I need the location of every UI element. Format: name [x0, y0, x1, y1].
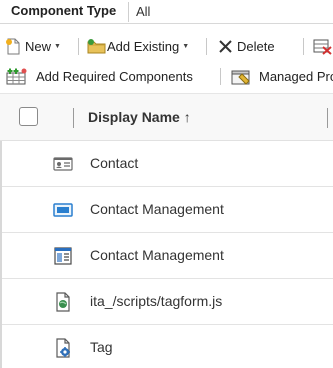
row-display-name: Contact Management: [90, 247, 224, 263]
toolbar-primary: New ▼ Add Existing ▼ Delete: [0, 34, 333, 58]
add-existing-label: Add Existing: [107, 38, 180, 54]
close-icon: [217, 38, 234, 55]
toolbar-separator: [220, 68, 221, 85]
toolbar-separator: [303, 38, 304, 55]
chevron-down-icon: ▼: [54, 42, 61, 50]
divider: [128, 2, 129, 22]
table-row[interactable]: Contact Management: [0, 233, 333, 279]
component-type-dropdown[interactable]: All: [136, 4, 150, 19]
table-row[interactable]: Contact: [0, 141, 333, 187]
entity-card-icon: [53, 154, 73, 174]
table-row[interactable]: ita_/scripts/tagform.js: [0, 279, 333, 325]
toolbar-separator: [206, 38, 207, 55]
grid-header: Display Name ↑: [0, 93, 333, 141]
add-required-components-label: Add Required Components: [36, 68, 193, 84]
form-icon: [53, 246, 73, 266]
table-row[interactable]: Contact Management: [0, 187, 333, 233]
new-document-icon: [5, 38, 22, 55]
new-button[interactable]: New ▼: [5, 34, 61, 58]
toolbar-separator: [78, 38, 79, 55]
remove-button[interactable]: [313, 34, 333, 58]
add-required-components-button[interactable]: Add Required Components: [6, 64, 193, 88]
column-separator[interactable]: [327, 108, 328, 128]
add-components-icon: [6, 68, 28, 85]
component-type-label: Component Type: [11, 3, 117, 18]
table-row[interactable]: Tag: [0, 325, 333, 368]
row-display-name: Contact Management: [90, 201, 224, 217]
grid-left-border: [0, 141, 2, 368]
component-type-bar: Component Type All: [0, 0, 333, 24]
remove-table-icon: [313, 38, 332, 55]
new-button-label: New: [25, 38, 52, 54]
managed-properties-label: Managed Pro: [259, 68, 333, 84]
column-separator[interactable]: [73, 108, 74, 128]
column-header-display-name[interactable]: Display Name ↑: [88, 109, 191, 125]
add-existing-button[interactable]: Add Existing ▼: [87, 34, 189, 58]
managed-properties-button[interactable]: Managed Pro: [231, 64, 333, 88]
row-display-name: Contact: [90, 155, 139, 171]
dashboard-icon: [53, 200, 73, 220]
folder-add-icon: [87, 38, 106, 55]
managed-properties-icon: [231, 68, 251, 85]
select-all-checkbox[interactable]: [19, 107, 38, 126]
row-display-name: Tag: [90, 339, 113, 355]
row-display-name: ita_/scripts/tagform.js: [90, 293, 223, 309]
chevron-down-icon: ▼: [182, 42, 190, 50]
delete-button[interactable]: Delete: [217, 34, 275, 58]
web-resource-icon: [53, 292, 73, 312]
delete-button-label: Delete: [237, 38, 275, 54]
toolbar-secondary: Add Required Components Managed Pro: [0, 64, 333, 88]
plugin-assembly-icon: [53, 338, 73, 358]
